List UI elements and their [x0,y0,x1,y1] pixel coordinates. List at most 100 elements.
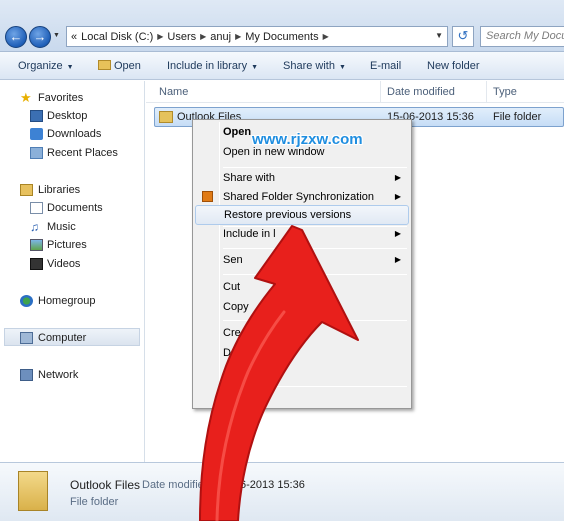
recent-pages-dropdown-icon[interactable]: ▼ [53,32,60,39]
chevron-down-icon: ▼ [251,64,259,71]
nav-videos-label: Videos [47,258,81,270]
breadcrumb-my-documents[interactable]: My Documents [245,31,318,43]
submenu-arrow-icon: ▶ [394,229,401,238]
menu-shared-folder-sync[interactable]: Shared Folder Synchronization ▶ [195,187,409,207]
column-name[interactable]: Name [159,86,188,98]
email-button[interactable]: E-mail [370,60,401,72]
nav-recent-label: Recent Places [47,147,118,159]
downloads-icon [30,128,43,140]
menu-separator [223,320,407,321]
nav-homegroup-label: Homegroup [38,295,96,307]
nav-documents[interactable]: Documents [0,199,145,217]
include-label: Include in library [167,60,248,72]
menu-separator [223,248,407,249]
share-with-button[interactable]: Share with ▼ [283,60,346,72]
nav-favorites[interactable]: ★ Favorites [0,89,145,107]
nav-downloads[interactable]: Downloads [0,125,145,143]
chevron-down-icon: ▼ [66,64,74,71]
breadcrumb-anuj[interactable]: anuj [210,31,231,43]
menu-sync-label: Shared Folder Synchronization [223,191,375,203]
watermark-text: www.rjzxw.com [252,131,363,148]
nav-libraries[interactable]: Libraries [0,181,145,199]
breadcrumb-separator-icon[interactable]: ▶ [323,32,329,41]
context-menu: Open Open in new window Share with ▶ Shar… [192,119,412,409]
nav-music-label: Music [47,221,76,233]
nav-computer-label: Computer [38,332,87,344]
nav-videos[interactable]: Videos [0,255,145,273]
nav-recent-places[interactable]: Recent Places [0,144,145,162]
column-date-modified[interactable]: Date modified [387,86,455,98]
menu-separator [223,274,407,275]
breadcrumb-users[interactable]: Users [167,31,196,43]
address-overflow-prefix[interactable]: « [71,31,77,43]
homegroup-icon [20,295,33,307]
nav-favorites-label: Favorites [38,92,84,104]
address-row: ← → ▼ « Local Disk (C:) ▶ Users ▶ anuj ▶… [0,0,564,52]
address-dropdown-icon[interactable]: ▼ [435,31,443,40]
nav-desktop[interactable]: Desktop [0,107,145,125]
music-note-icon: ♫ [30,220,39,234]
nav-music[interactable]: ♫ Music [0,218,145,236]
open-label: Open [114,60,141,72]
nav-libraries-label: Libraries [38,184,81,196]
new-folder-button[interactable]: New folder [427,60,480,72]
organize-label: Organize [18,60,63,72]
menu-include-in-library[interactable]: Include in l ▶ [195,224,409,244]
menu-include-label: Include in l [223,228,276,240]
forward-arrow-icon[interactable]: → [29,26,51,48]
menu-send-label: Sen [223,254,243,266]
breadcrumb-separator-icon[interactable]: ▶ [157,32,163,41]
include-in-library-button[interactable]: Include in library ▼ [167,60,258,72]
command-bar: Organize ▼ Open Include in library ▼ Share… [0,52,564,80]
menu-restore-previous-versions[interactable]: Restore previous versions [195,205,409,225]
folder-icon [159,111,173,123]
menu-share-label: Share with [223,172,275,184]
column-divider[interactable] [380,81,381,103]
videos-icon [30,258,43,270]
breadcrumb-local-disk[interactable]: Local Disk (C:) [81,31,153,43]
navigation-pane: ★ Favorites Desktop Downloads Recent Pla… [0,81,145,462]
submenu-arrow-icon: ▶ [394,255,401,264]
nav-network[interactable]: Network [0,366,145,384]
column-type[interactable]: Type [493,86,517,98]
chevron-down-icon: ▼ [338,64,346,71]
breadcrumb-separator-icon[interactable]: ▶ [200,32,206,41]
search-input[interactable]: Search My Documents [480,26,564,47]
open-button[interactable]: Open [98,60,141,72]
refresh-icon[interactable]: ↺ [452,26,474,47]
nav-pictures-label: Pictures [47,239,87,251]
submenu-arrow-icon: ▶ [394,173,401,182]
share-label: Share with [283,60,335,72]
desktop-icon [30,110,43,122]
column-headers: Name Date modified Type [146,81,564,103]
details-name: Outlook Files [70,478,141,492]
network-icon [20,369,33,381]
pictures-icon [30,239,43,251]
menu-create-shortcut[interactable]: Create shortcut [195,323,409,343]
nav-documents-label: Documents [47,202,103,214]
libraries-icon [20,184,33,196]
organize-button[interactable]: Organize ▼ [18,60,74,72]
nav-homegroup[interactable]: Homegroup [0,292,145,310]
file-type: File folder [493,111,542,123]
menu-send-to[interactable]: Sen ▶ [195,250,409,270]
menu-share-with[interactable]: Share with ▶ [195,168,409,188]
documents-icon [30,202,43,214]
column-divider[interactable] [486,81,487,103]
menu-properties[interactable]: perties [195,388,409,408]
details-pane: Outlook Files Date modified 15-06-2013 1… [0,462,564,521]
address-bar[interactable]: « Local Disk (C:) ▶ Users ▶ anuj ▶ My Do… [66,26,448,47]
nav-computer[interactable]: Computer [4,328,140,346]
menu-copy[interactable]: Copy [195,297,409,317]
computer-icon [20,332,33,344]
back-arrow-icon[interactable]: ← [5,26,27,48]
menu-cut[interactable]: Cut [195,277,409,297]
nav-desktop-label: Desktop [47,110,88,122]
menu-delete[interactable]: D [195,343,409,363]
breadcrumb-separator-icon[interactable]: ▶ [235,32,241,41]
details-type: File folder [70,496,119,508]
menu-rename[interactable]: me [195,363,409,383]
folder-large-icon [18,471,48,511]
nav-pictures[interactable]: Pictures [0,236,145,254]
nav-downloads-label: Downloads [47,128,102,140]
